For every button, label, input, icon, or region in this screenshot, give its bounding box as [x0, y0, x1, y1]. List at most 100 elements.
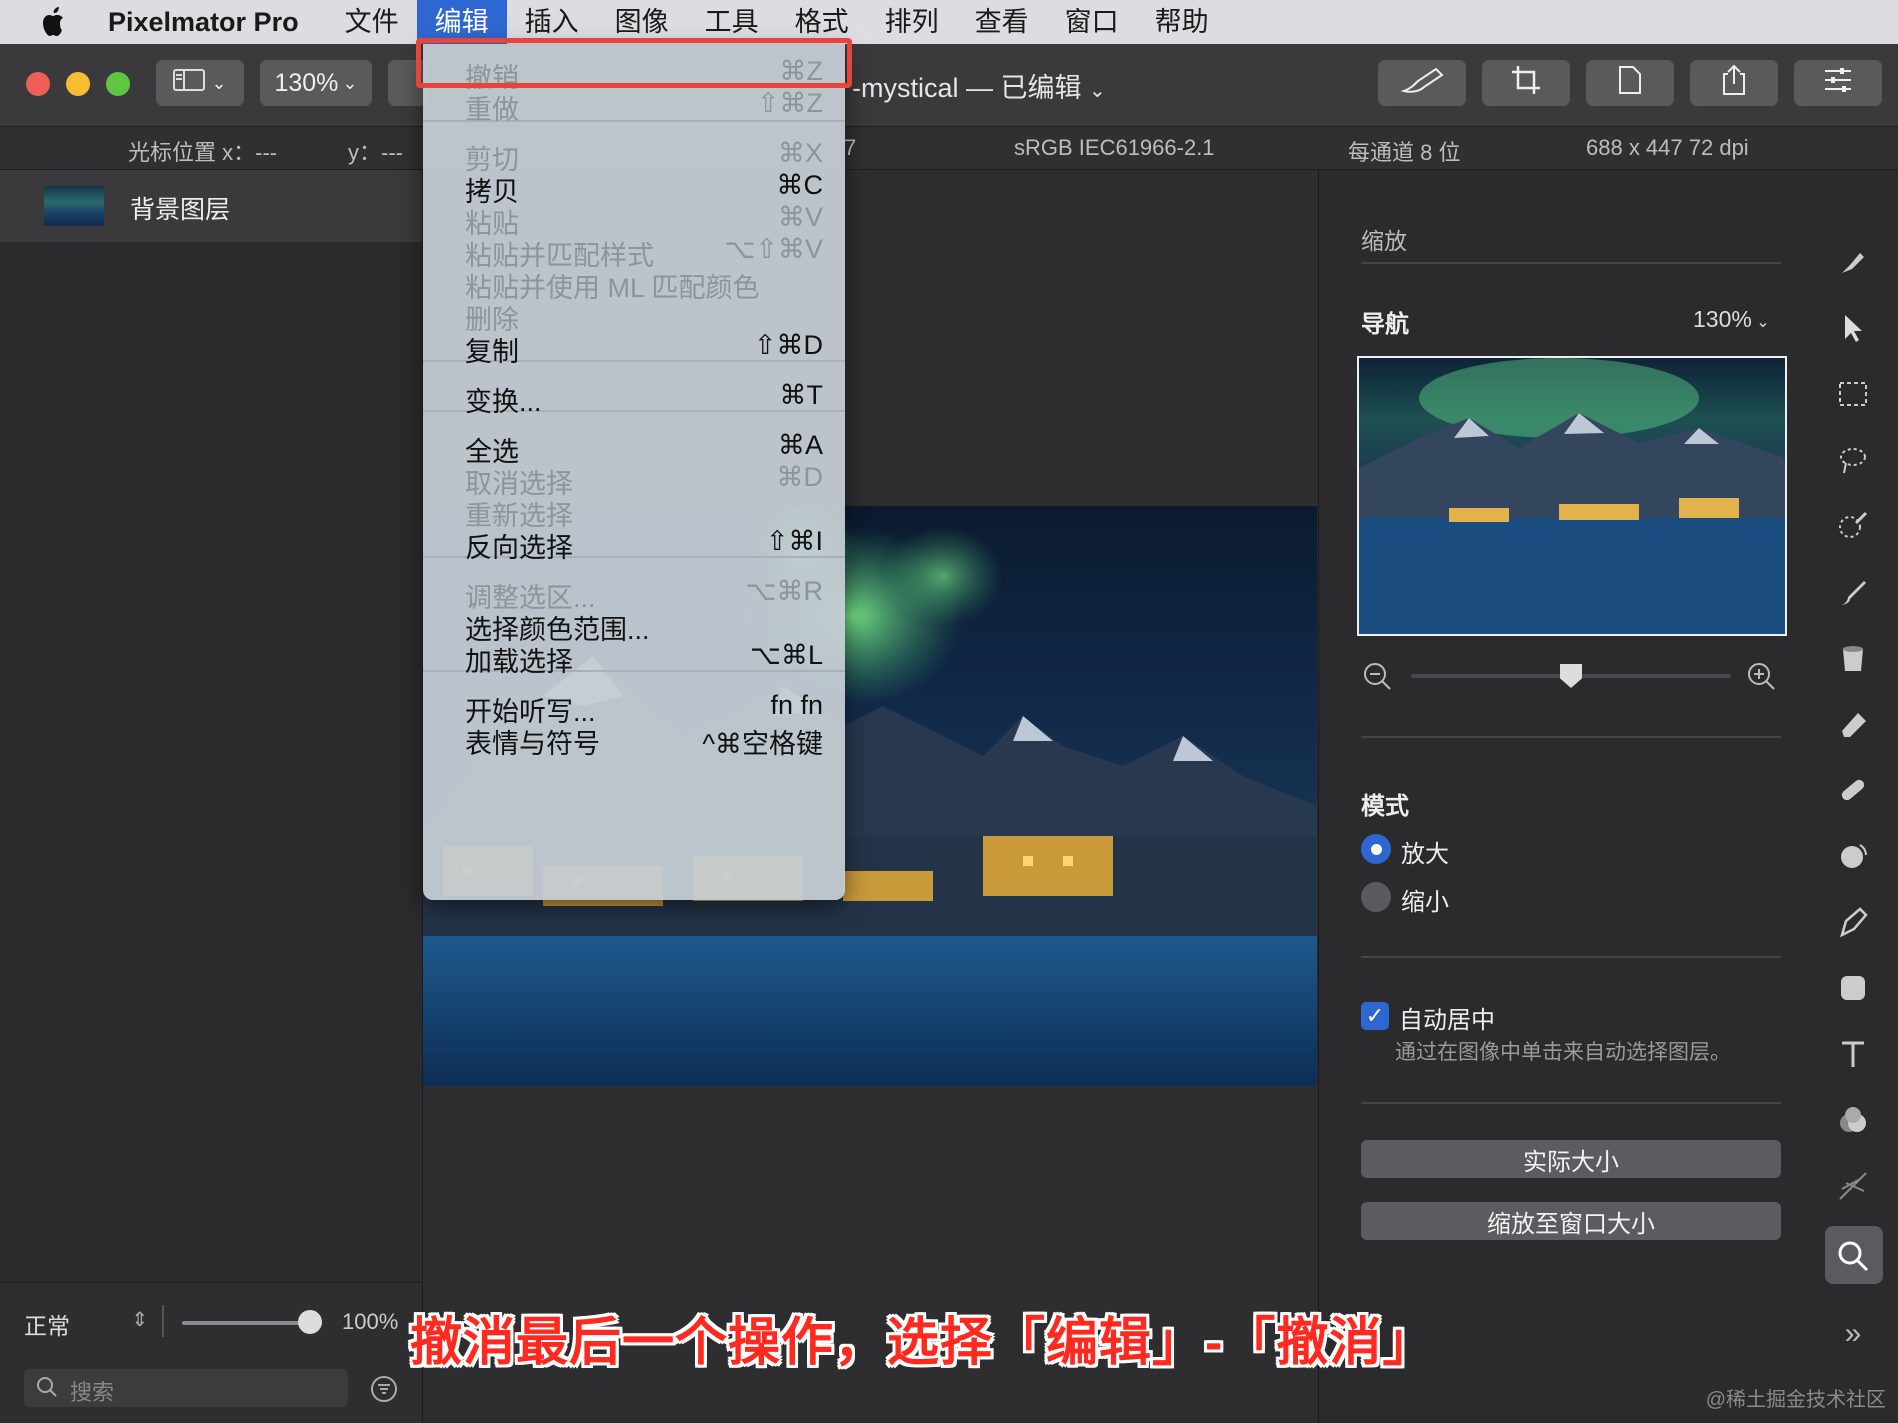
menu-window[interactable]: 窗口: [1047, 0, 1137, 44]
navigator-label: 导航: [1361, 311, 1409, 338]
menu-item-shortcut: ⌘A: [777, 430, 823, 460]
zoom-select[interactable]: 130% ⌄: [260, 60, 372, 106]
opacity-slider[interactable]: [182, 1310, 322, 1334]
layer-search-field[interactable]: 搜索: [24, 1369, 348, 1407]
divider: [1361, 262, 1781, 264]
color-adjust-tool[interactable]: [1808, 1098, 1898, 1146]
layer-thumbnail: [44, 186, 104, 226]
paint-tool[interactable]: [1808, 570, 1898, 618]
document-title[interactable]: -mystical — 已编辑 ⌄: [852, 66, 1106, 105]
filter-icon[interactable]: [370, 1375, 398, 1408]
blend-mode-select[interactable]: 正常 ⇕: [24, 1307, 148, 1343]
menu-item-shortcut: ⌘D: [776, 462, 824, 492]
menu-item-shortcut: ⌥⌘R: [745, 576, 823, 606]
menu-item-shortcut: ⌘C: [776, 170, 824, 200]
menu-item-shortcut: ⌥⌘L: [749, 640, 823, 670]
tool-options-panel: 缩放 导航 130% ⌄ 模式 放大 缩小 ✓ 自动居中 通过在图像中单击来自动…: [1318, 170, 1809, 1422]
toolbar: ⌄ 130% ⌄ -mystical — 已编辑 ⌄: [0, 44, 1898, 127]
menu-item-label: 反向选择: [465, 533, 573, 563]
sparkle-icon: [1836, 1169, 1870, 1208]
info-partial-text: 7: [844, 135, 857, 160]
menu-view[interactable]: 查看: [957, 0, 1047, 44]
menu-item[interactable]: 加载选择 ⌥⌘L: [423, 638, 845, 677]
app-name-menu[interactable]: Pixelmator Pro: [108, 7, 299, 38]
erase-tool[interactable]: [1808, 702, 1898, 750]
layer-name: 背景图层: [130, 196, 231, 224]
zoom-tool[interactable]: [1808, 1226, 1898, 1284]
brush-tool-button[interactable]: [1378, 60, 1466, 106]
fill-tool[interactable]: [1808, 636, 1898, 684]
apple-menu-icon[interactable]: [0, 6, 108, 38]
layer-row[interactable]: 背景图层: [0, 170, 422, 242]
menu-item-shortcut: ⌘T: [779, 380, 824, 410]
document-title-text: mystical — 已编辑: [861, 73, 1082, 103]
close-window-button[interactable]: [26, 72, 50, 96]
bit-depth: 每通道 8 位: [1348, 140, 1461, 165]
crop-button[interactable]: [1482, 60, 1570, 106]
lasso-tool[interactable]: [1808, 438, 1898, 486]
distort-tool[interactable]: [1808, 834, 1898, 882]
sidebar-icon: [173, 68, 206, 99]
quick-select-tool[interactable]: [1808, 504, 1898, 552]
double-chevron-right-icon: »: [1844, 1317, 1862, 1350]
menu-item-shortcut: ^⌘空格键: [702, 729, 823, 759]
arrange-tool[interactable]: [1808, 306, 1898, 354]
fit-to-window-button[interactable]: 缩放至窗口大小: [1361, 1202, 1781, 1240]
type-tool[interactable]: [1808, 1032, 1898, 1080]
menu-item-shortcut: ⌘V: [777, 202, 823, 232]
menu-help[interactable]: 帮助: [1137, 0, 1227, 44]
zoom-window-button[interactable]: [106, 72, 130, 96]
export-document-button[interactable]: [1586, 60, 1674, 106]
actual-size-button[interactable]: 实际大小: [1361, 1140, 1781, 1178]
shape-tool[interactable]: [1808, 966, 1898, 1014]
menu-item[interactable]: 反向选择 ⇧⌘I: [423, 524, 845, 563]
magnifier-icon: [1836, 1239, 1870, 1278]
navigator-thumbnail-image: [1359, 358, 1785, 634]
highlight-annotation-box: [416, 38, 852, 88]
menu-file[interactable]: 文件: [327, 0, 417, 44]
minimize-window-button[interactable]: [66, 72, 90, 96]
lasso-icon: [1836, 443, 1870, 482]
distort-icon: [1836, 839, 1870, 878]
navigator-zoom-slider[interactable]: [1411, 664, 1731, 688]
magic-wand-icon: [1836, 509, 1870, 548]
menu-item[interactable]: 重做 ⇧⌘Z: [423, 86, 845, 125]
cursor-x-readout: 光标位置 x：---: [128, 140, 278, 165]
radio-unselected-icon: [1361, 882, 1391, 912]
layer-controls: 正常 ⇕ 100% 搜索: [0, 1282, 422, 1423]
document-icon: [1617, 65, 1643, 102]
tutorial-caption: 撤消最后一个操作，选择「编辑」-「撤消」: [410, 1314, 1436, 1372]
effects-tool[interactable]: [1808, 1164, 1898, 1212]
menu-item-label: 表情与符号: [465, 729, 600, 759]
menu-item-label: 变换...: [465, 387, 542, 417]
style-tool[interactable]: [1808, 240, 1898, 288]
share-button[interactable]: [1690, 60, 1778, 106]
menu-item-shortcut: fn fn: [770, 690, 823, 720]
navigator-zoom-select[interactable]: 130% ⌄: [1693, 306, 1770, 333]
pen-tool[interactable]: [1808, 900, 1898, 948]
menu-item[interactable]: 表情与符号 ^⌘空格键: [423, 720, 845, 759]
more-tools-button[interactable]: »: [1808, 1310, 1898, 1358]
updown-chevron-icon: ⇕: [131, 1309, 148, 1331]
navigator-slider-knob[interactable]: [1560, 664, 1582, 688]
cursor-arrow-icon: [1836, 311, 1870, 350]
menu-item-shortcut: ⇧⌘I: [765, 526, 823, 556]
menu-item[interactable]: 变换... ⌘T: [423, 378, 845, 417]
text-t-icon: [1836, 1037, 1870, 1076]
rect-select-tool[interactable]: [1808, 372, 1898, 420]
opacity-slider-knob[interactable]: [298, 1310, 322, 1334]
navigator-preview[interactable]: [1357, 356, 1787, 636]
menu-item-label: 复制: [465, 337, 519, 367]
watermark: @稀土掘金技术社区: [1705, 1389, 1886, 1411]
sliders-icon: [1823, 66, 1853, 101]
sidebar-toggle-button[interactable]: ⌄: [156, 60, 244, 106]
adjustments-button[interactable]: [1794, 60, 1882, 106]
zoom-panel-header: 缩放: [1361, 228, 1407, 254]
zoom-in-icon[interactable]: [1747, 662, 1777, 697]
divider: [1361, 1102, 1781, 1104]
divider: [162, 1305, 164, 1337]
menu-item[interactable]: 复制 ⇧⌘D: [423, 328, 845, 367]
zoom-out-icon[interactable]: [1363, 662, 1393, 697]
menu-arrange[interactable]: 排列: [867, 0, 957, 44]
retouch-tool[interactable]: [1808, 768, 1898, 816]
